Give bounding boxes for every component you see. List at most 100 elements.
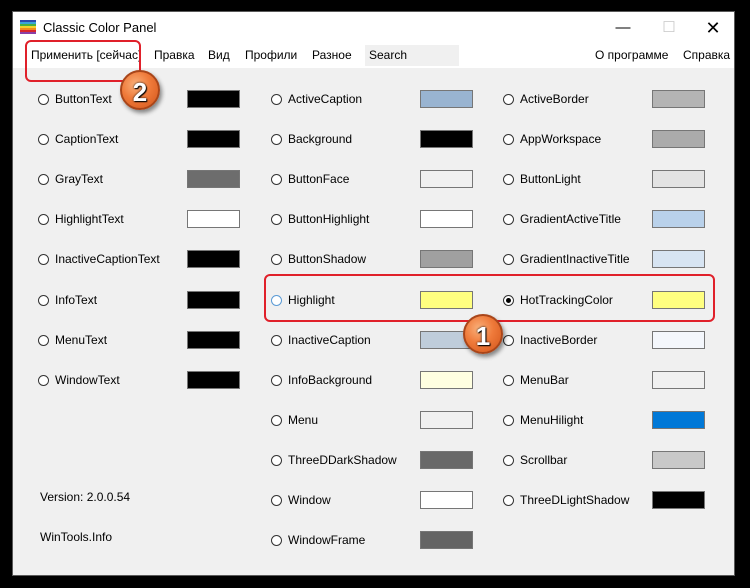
color-row-gradient-active-title[interactable]: GradientActiveTitle [503, 210, 713, 231]
color-row-inactive-border[interactable]: InactiveBorder [503, 330, 713, 352]
menu-view[interactable]: Вид [208, 48, 230, 62]
color-row-inactive-caption[interactable]: InactiveCaption [271, 330, 481, 352]
radio-button[interactable] [38, 174, 49, 186]
color-row-caption-text[interactable]: CaptionText [38, 130, 248, 151]
radio-button[interactable] [271, 374, 282, 386]
radio-button[interactable] [271, 535, 282, 547]
color-swatch[interactable] [420, 531, 473, 550]
color-row-menu-text[interactable]: MenuText [38, 330, 248, 352]
color-name-label: Window [288, 493, 331, 507]
color-row-three-ddark-shadow[interactable]: ThreeDDarkShadow [271, 450, 481, 472]
color-row-button-highlight[interactable]: ButtonHighlight [271, 210, 481, 231]
radio-button[interactable] [271, 174, 282, 186]
radio-button[interactable] [503, 134, 514, 146]
radio-button[interactable] [271, 134, 282, 146]
color-swatch[interactable] [187, 90, 240, 108]
radio-button[interactable] [503, 495, 514, 506]
color-swatch[interactable] [652, 410, 705, 429]
color-swatch[interactable] [187, 250, 240, 269]
radio-button[interactable] [271, 214, 282, 226]
radio-button[interactable] [271, 414, 282, 426]
color-row-info-text[interactable]: InfoText [38, 290, 248, 312]
color-swatch[interactable] [187, 170, 240, 189]
color-swatch[interactable] [652, 130, 705, 149]
color-row-app-workspace[interactable]: AppWorkspace [503, 130, 713, 151]
color-name-label: WindowFrame [288, 533, 366, 548]
radio-button[interactable] [38, 374, 49, 386]
radio-button[interactable] [503, 254, 514, 266]
color-row-scrollbar[interactable]: Scrollbar [503, 450, 713, 472]
close-button[interactable]: ✕ [690, 12, 734, 44]
color-swatch[interactable] [187, 130, 240, 149]
radio-button[interactable] [38, 334, 49, 346]
radio-button[interactable] [503, 454, 514, 466]
color-swatch[interactable] [420, 170, 473, 189]
radio-button[interactable] [38, 294, 49, 306]
menu-about[interactable]: О программе [595, 48, 668, 62]
color-swatch[interactable] [420, 370, 473, 389]
color-swatch[interactable] [420, 410, 473, 429]
color-swatch[interactable] [420, 250, 473, 269]
color-swatch[interactable] [420, 491, 473, 509]
color-row-window[interactable]: Window [271, 491, 481, 512]
color-swatch[interactable] [187, 210, 240, 229]
radio-button[interactable] [271, 454, 282, 466]
color-row-menu-hilight[interactable]: MenuHilight [503, 410, 713, 432]
radio-button[interactable] [503, 94, 514, 105]
menu-misc[interactable]: Разное [312, 48, 352, 62]
site-label[interactable]: WinTools.Info [40, 530, 112, 544]
color-row-window-text[interactable]: WindowText [38, 370, 248, 392]
color-row-button-light[interactable]: ButtonLight [503, 170, 713, 191]
menu-profiles[interactable]: Профили [245, 48, 297, 62]
color-swatch[interactable] [652, 250, 705, 269]
search-input[interactable]: Search [365, 45, 459, 66]
color-row-menu-bar[interactable]: MenuBar [503, 370, 713, 392]
menu-help[interactable]: Справка [683, 48, 730, 62]
color-row-active-caption[interactable]: ActiveCaption [271, 90, 481, 111]
color-swatch[interactable] [420, 210, 473, 229]
color-swatch[interactable] [652, 90, 705, 108]
radio-button[interactable] [503, 174, 514, 186]
color-row-background[interactable]: Background [271, 130, 481, 151]
color-swatch[interactable] [420, 450, 473, 469]
color-swatch[interactable] [420, 90, 473, 108]
color-swatch[interactable] [652, 491, 705, 509]
color-swatch[interactable] [652, 370, 705, 389]
menu-edit[interactable]: Правка [154, 48, 195, 62]
color-row-menu[interactable]: Menu [271, 410, 481, 432]
radio-button[interactable] [271, 495, 282, 506]
radio-button[interactable] [503, 214, 514, 226]
radio-button[interactable] [38, 214, 49, 226]
radio-button[interactable] [271, 94, 282, 105]
color-row-three-dlight-shadow[interactable]: ThreeDLightShadow [503, 491, 713, 512]
color-swatch[interactable] [187, 290, 240, 309]
color-row-gray-text[interactable]: GrayText [38, 170, 248, 191]
color-swatch[interactable] [187, 330, 240, 349]
minimize-button[interactable]: — [600, 12, 646, 44]
radio-button[interactable] [38, 134, 49, 146]
radio-button[interactable] [271, 334, 282, 346]
radio-button[interactable] [503, 334, 514, 346]
color-swatch[interactable] [652, 210, 705, 229]
radio-button[interactable] [38, 94, 49, 105]
color-swatch[interactable] [187, 370, 240, 389]
color-row-gradient-inactive-title[interactable]: GradientInactiveTitle [503, 250, 713, 271]
color-row-window-frame[interactable]: WindowFrame [271, 531, 481, 552]
color-row-inactive-caption-text[interactable]: InactiveCaptionText [38, 250, 248, 271]
color-swatch[interactable] [652, 450, 705, 469]
radio-button[interactable] [271, 254, 282, 266]
color-row-highlight-text[interactable]: HighlightText [38, 210, 248, 231]
color-row-button-shadow[interactable]: ButtonShadow [271, 250, 481, 271]
radio-button[interactable] [503, 414, 514, 426]
radio-button[interactable] [503, 374, 514, 386]
color-row-active-border[interactable]: ActiveBorder [503, 90, 713, 111]
color-row-button-face[interactable]: ButtonFace [271, 170, 481, 191]
color-row-info-background[interactable]: InfoBackground [271, 370, 481, 392]
color-name-label: InfoText [55, 292, 98, 307]
color-swatch[interactable] [652, 170, 705, 189]
color-swatch[interactable] [652, 330, 705, 349]
color-swatch[interactable] [420, 130, 473, 149]
color-name-label: ButtonFace [288, 172, 350, 187]
radio-button[interactable] [38, 254, 49, 266]
maximize-button[interactable]: ☐ [646, 12, 692, 44]
